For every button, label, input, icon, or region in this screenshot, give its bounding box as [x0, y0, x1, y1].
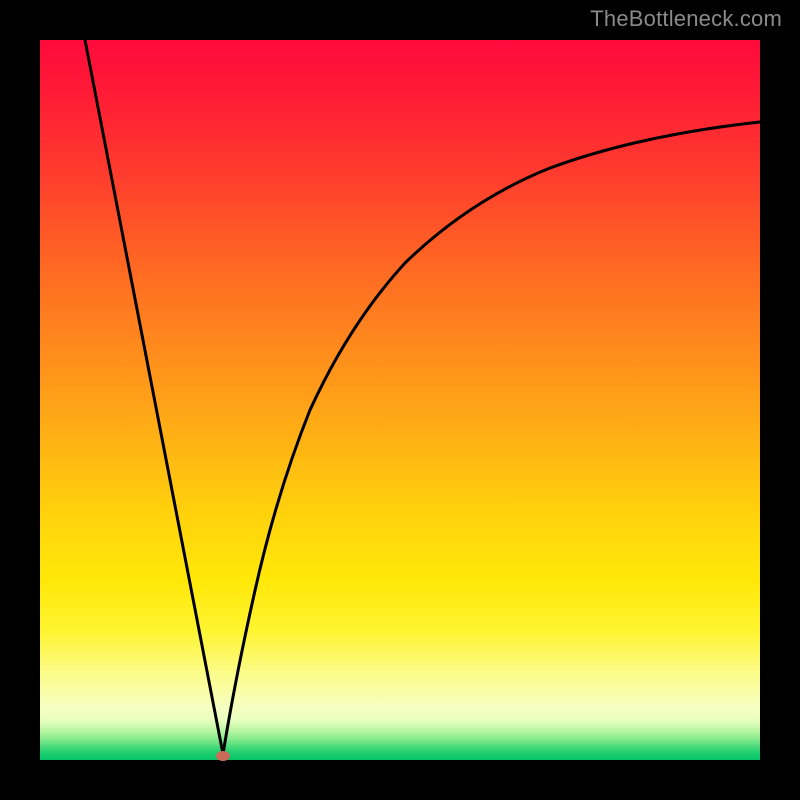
curve-right-branch: [223, 122, 760, 754]
plot-area: [40, 40, 760, 760]
bottleneck-curve: [40, 40, 760, 760]
curve-left-branch: [85, 40, 223, 754]
watermark-text: TheBottleneck.com: [590, 6, 782, 32]
chart-frame: TheBottleneck.com: [0, 0, 800, 800]
optimal-point-marker: [216, 751, 230, 761]
